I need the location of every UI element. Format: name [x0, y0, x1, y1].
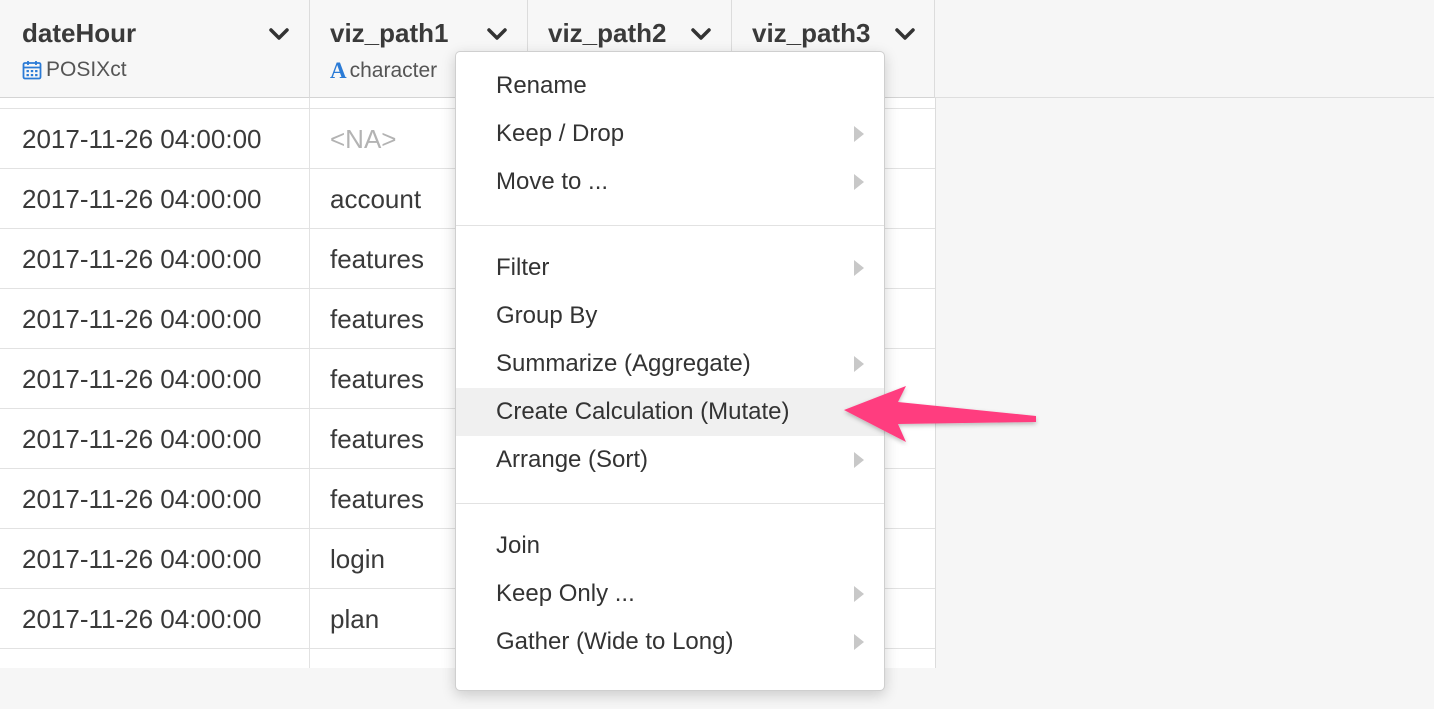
chevron-down-icon[interactable]	[268, 26, 290, 42]
column-context-menu: Rename Keep / Drop Move to ... Filter Gr…	[455, 51, 885, 691]
cell-datehour[interactable]: 2017-11-26 04:00:00	[0, 229, 310, 289]
calendar-icon	[22, 61, 42, 80]
chevron-down-icon[interactable]	[690, 26, 712, 42]
menu-item-keep-only[interactable]: Keep Only ...	[456, 570, 884, 618]
column-name: viz_path3	[752, 18, 871, 48]
menu-divider	[456, 225, 884, 226]
submenu-arrow-icon	[854, 260, 864, 276]
cell-datehour[interactable]: 2017-11-26 04:00:00	[0, 109, 310, 169]
menu-item-rename[interactable]: Rename	[456, 62, 884, 110]
submenu-arrow-icon	[854, 174, 864, 190]
menu-item-filter[interactable]: Filter	[456, 244, 884, 292]
column-type: POSIXct	[22, 58, 127, 82]
cell-datehour[interactable]: 2017-11-26 04:00:00	[0, 589, 310, 649]
character-type-icon: A	[330, 58, 347, 83]
cell-datehour[interactable]: 2017-11-26 04:00:00	[0, 469, 310, 529]
column-type: A character	[330, 58, 438, 83]
column-header-datehour[interactable]: dateHour POSIXct	[0, 0, 310, 98]
column-name: viz_path2	[548, 18, 667, 48]
submenu-arrow-icon	[854, 126, 864, 142]
cell-datehour[interactable]: 2017-11-26 04:00:00	[0, 169, 310, 229]
cell-datehour[interactable]: 2017-11-26 04:00:00	[0, 409, 310, 469]
submenu-arrow-icon	[854, 452, 864, 468]
column-name: viz_path1	[330, 18, 449, 48]
header-empty-area	[935, 0, 1434, 98]
submenu-arrow-icon	[854, 634, 864, 650]
menu-item-join[interactable]: Join	[456, 522, 884, 570]
menu-item-keep-drop[interactable]: Keep / Drop	[456, 110, 884, 158]
menu-item-arrange[interactable]: Arrange (Sort)	[456, 436, 884, 484]
annotation-arrow-icon	[844, 386, 1036, 442]
chevron-down-icon[interactable]	[486, 26, 508, 42]
menu-divider	[456, 503, 884, 504]
menu-item-gather[interactable]: Gather (Wide to Long)	[456, 618, 884, 666]
chevron-down-icon[interactable]	[894, 26, 916, 42]
menu-item-create-calculation[interactable]: Create Calculation (Mutate)	[456, 388, 884, 436]
cell-datehour[interactable]: 2017-11-26 04:00:00	[0, 289, 310, 349]
cell-datehour[interactable]: 2017-11-26 04:00:00	[0, 529, 310, 589]
cell-datehour[interactable]: 2017-11-26 04:00:00	[0, 349, 310, 409]
menu-item-group-by[interactable]: Group By	[456, 292, 884, 340]
submenu-arrow-icon	[854, 356, 864, 372]
menu-item-move-to[interactable]: Move to ...	[456, 158, 884, 206]
column-name: dateHour	[22, 18, 137, 48]
submenu-arrow-icon	[854, 586, 864, 602]
menu-item-summarize[interactable]: Summarize (Aggregate)	[456, 340, 884, 388]
